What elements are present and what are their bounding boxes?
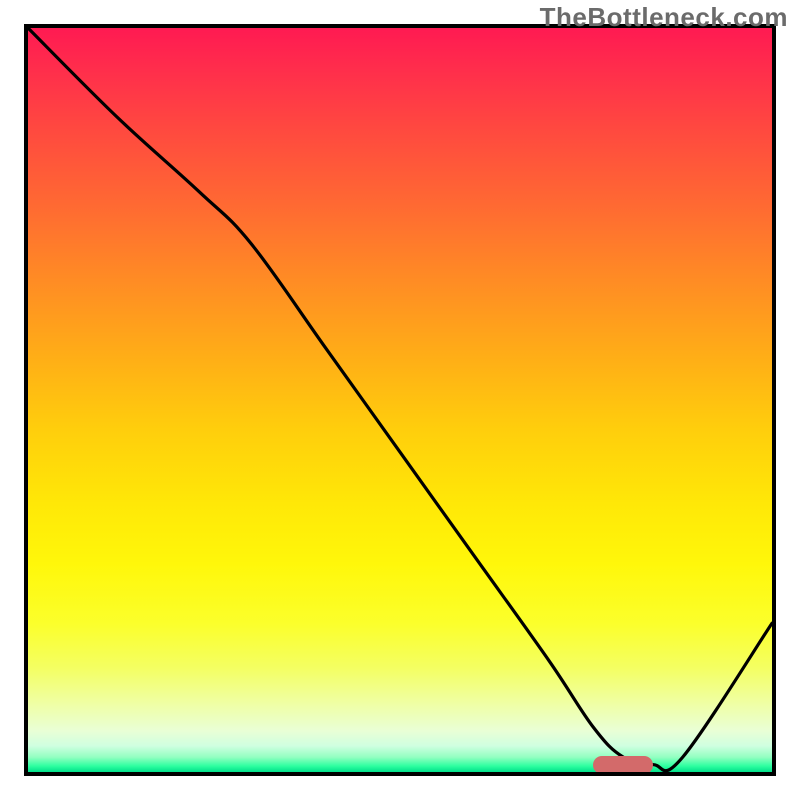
plot-area	[24, 24, 776, 776]
optimal-marker	[593, 756, 653, 774]
watermark-text: TheBottleneck.com	[540, 2, 788, 33]
chart-container: TheBottleneck.com	[0, 0, 800, 800]
bottleneck-curve	[28, 28, 772, 772]
curve-path	[28, 28, 772, 771]
